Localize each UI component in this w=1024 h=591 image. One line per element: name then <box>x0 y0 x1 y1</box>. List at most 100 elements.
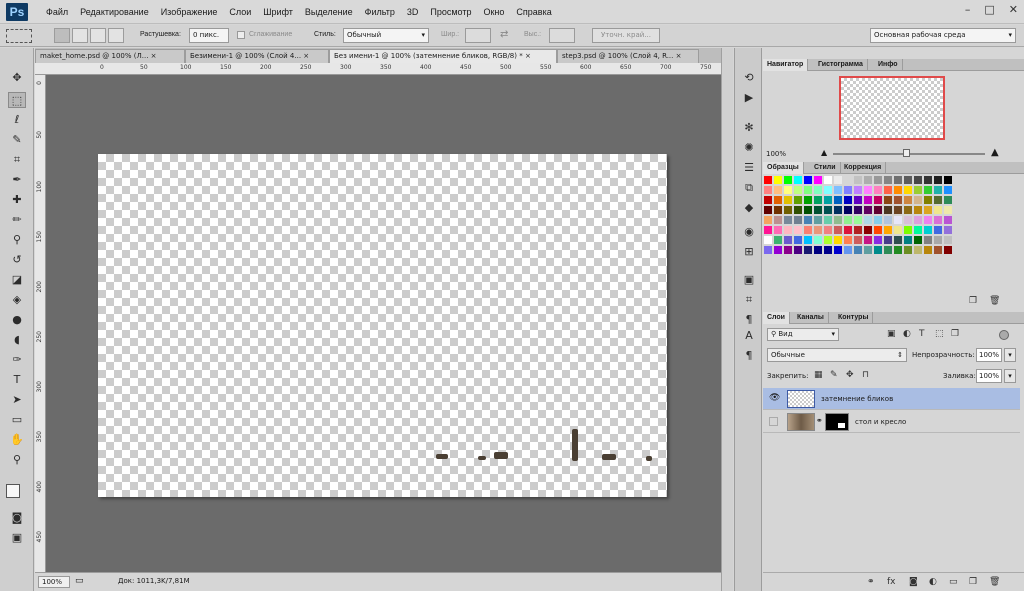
color-swatch[interactable] <box>784 216 792 224</box>
color-swatch[interactable] <box>824 186 832 194</box>
tab-paths[interactable]: Контуры <box>834 312 874 324</box>
layer-row-selected[interactable]: 👁 затемнение бликов <box>763 388 1020 410</box>
color-swatch[interactable] <box>764 196 772 204</box>
lock-position-icon[interactable]: ✥ <box>846 370 854 380</box>
history-panel-icon[interactable]: ⟲ <box>741 70 757 86</box>
color-swatch[interactable] <box>924 186 932 194</box>
color-swatch[interactable] <box>794 246 802 254</box>
color-swatch[interactable] <box>904 176 912 184</box>
color-swatch[interactable] <box>834 196 842 204</box>
color-swatch[interactable] <box>844 246 852 254</box>
color-swatch[interactable] <box>844 236 852 244</box>
color-swatch[interactable] <box>854 236 862 244</box>
hand-tool-icon[interactable]: ✋ <box>8 432 26 448</box>
zoom-level-field[interactable]: 100% <box>38 576 70 588</box>
color-swatch[interactable] <box>764 236 772 244</box>
color-swatch[interactable] <box>864 236 872 244</box>
new-swatch-icon[interactable]: ❐ <box>969 296 977 306</box>
color-swatch[interactable] <box>894 206 902 214</box>
tab-bezimeni[interactable]: Безимени-1 @ 100% (Слой 4... × <box>185 49 329 63</box>
fill-dropdown[interactable]: ▾ <box>1004 369 1016 383</box>
fill-input[interactable]: 100% <box>976 369 1002 383</box>
layer-name[interactable]: затемнение бликов <box>821 395 893 403</box>
color-swatch[interactable] <box>904 196 912 204</box>
color-swatch[interactable] <box>934 186 942 194</box>
color-swatch[interactable] <box>784 186 792 194</box>
zoom-out-icon[interactable]: ▲ <box>821 148 827 157</box>
color-swatch[interactable] <box>854 226 862 234</box>
tab-layers[interactable]: Слои <box>763 312 790 324</box>
color-swatch[interactable] <box>924 196 932 204</box>
delete-layer-icon[interactable]: 🗑 <box>989 577 1000 587</box>
blur-tool-icon[interactable]: ● <box>8 312 26 328</box>
color-swatch[interactable] <box>874 196 882 204</box>
menu-type[interactable]: Шрифт <box>257 0 299 24</box>
tab-active-document[interactable]: Без имени-1 @ 100% (затемнение бликов, R… <box>329 49 557 63</box>
color-swatch[interactable] <box>894 246 902 254</box>
status-info-icon[interactable]: ▭ <box>75 576 84 586</box>
color-swatch[interactable] <box>764 176 772 184</box>
filter-adjustment-icon[interactable]: ◐ <box>903 329 911 339</box>
color-swatch[interactable] <box>904 246 912 254</box>
filter-toggle[interactable] <box>999 330 1009 340</box>
menu-window[interactable]: Окно <box>477 0 510 24</box>
path-selection-tool-icon[interactable]: ➤ <box>8 392 26 408</box>
color-swatch[interactable] <box>794 186 802 194</box>
color-swatch[interactable] <box>944 246 952 254</box>
color-swatch[interactable] <box>874 226 882 234</box>
color-swatch[interactable] <box>904 216 912 224</box>
color-swatch[interactable] <box>884 196 892 204</box>
history-brush-tool-icon[interactable]: ↺ <box>8 252 26 268</box>
color-swatch[interactable] <box>774 176 782 184</box>
color-swatch[interactable] <box>804 196 812 204</box>
color-swatch[interactable] <box>814 186 822 194</box>
menu-select[interactable]: Выделение <box>299 0 359 24</box>
color-swatch[interactable] <box>814 226 822 234</box>
color-swatch[interactable] <box>824 196 832 204</box>
tab-styles[interactable]: Стили <box>810 162 841 174</box>
color-swatch[interactable] <box>924 236 932 244</box>
color-swatch[interactable] <box>844 216 852 224</box>
color-swatch[interactable] <box>894 176 902 184</box>
color-swatch[interactable] <box>764 246 772 254</box>
close-button[interactable]: ✕ <box>1009 3 1018 16</box>
color-swatch[interactable] <box>814 176 822 184</box>
color-swatch[interactable] <box>774 216 782 224</box>
eraser-tool-icon[interactable]: ◪ <box>8 272 26 288</box>
color-swatch[interactable] <box>794 216 802 224</box>
color-swatch[interactable] <box>824 236 832 244</box>
workspace-select[interactable]: Основная рабочая среда ▾ <box>870 28 1016 43</box>
zoom-in-icon[interactable]: ▲ <box>991 147 999 158</box>
color-swatch[interactable] <box>904 186 912 194</box>
lock-all-icon[interactable]: ⊓ <box>862 370 869 380</box>
opacity-dropdown[interactable]: ▾ <box>1004 348 1016 362</box>
color-swatch[interactable] <box>904 206 912 214</box>
color-swatch[interactable] <box>854 176 862 184</box>
color-swatch[interactable] <box>914 196 922 204</box>
color-swatch[interactable] <box>844 206 852 214</box>
color-swatch[interactable] <box>934 206 942 214</box>
color-swatch[interactable] <box>914 226 922 234</box>
color-swatch[interactable] <box>844 196 852 204</box>
menu-image[interactable]: Изображение <box>155 0 224 24</box>
tab-step3[interactable]: step3.psd @ 100% (Слой 4, R... × <box>557 49 699 63</box>
eye-icon[interactable]: 👁 <box>769 393 780 403</box>
3d-panel-icon[interactable]: ◆ <box>741 200 757 216</box>
color-swatch[interactable] <box>774 186 782 194</box>
filter-smart-object-icon[interactable]: ❐ <box>951 329 959 339</box>
adjustment-layer-icon[interactable]: ◐ <box>929 577 937 587</box>
color-swatch[interactable] <box>834 246 842 254</box>
color-swatch[interactable] <box>894 186 902 194</box>
screen-mode-icon[interactable]: ▣ <box>8 530 26 546</box>
marquee-tool-icon[interactable]: ⬚ <box>8 92 26 108</box>
color-swatch[interactable] <box>804 176 812 184</box>
color-swatch[interactable] <box>884 226 892 234</box>
kuler-panel-icon[interactable]: ◉ <box>741 224 757 240</box>
color-swatch[interactable] <box>794 196 802 204</box>
color-swatch[interactable] <box>814 216 822 224</box>
color-swatch[interactable] <box>804 226 812 234</box>
color-swatch[interactable] <box>834 186 842 194</box>
rectangle-tool-icon[interactable]: ▭ <box>8 412 26 428</box>
filter-pixel-icon[interactable]: ▣ <box>887 329 896 339</box>
color-swatch[interactable] <box>874 216 882 224</box>
